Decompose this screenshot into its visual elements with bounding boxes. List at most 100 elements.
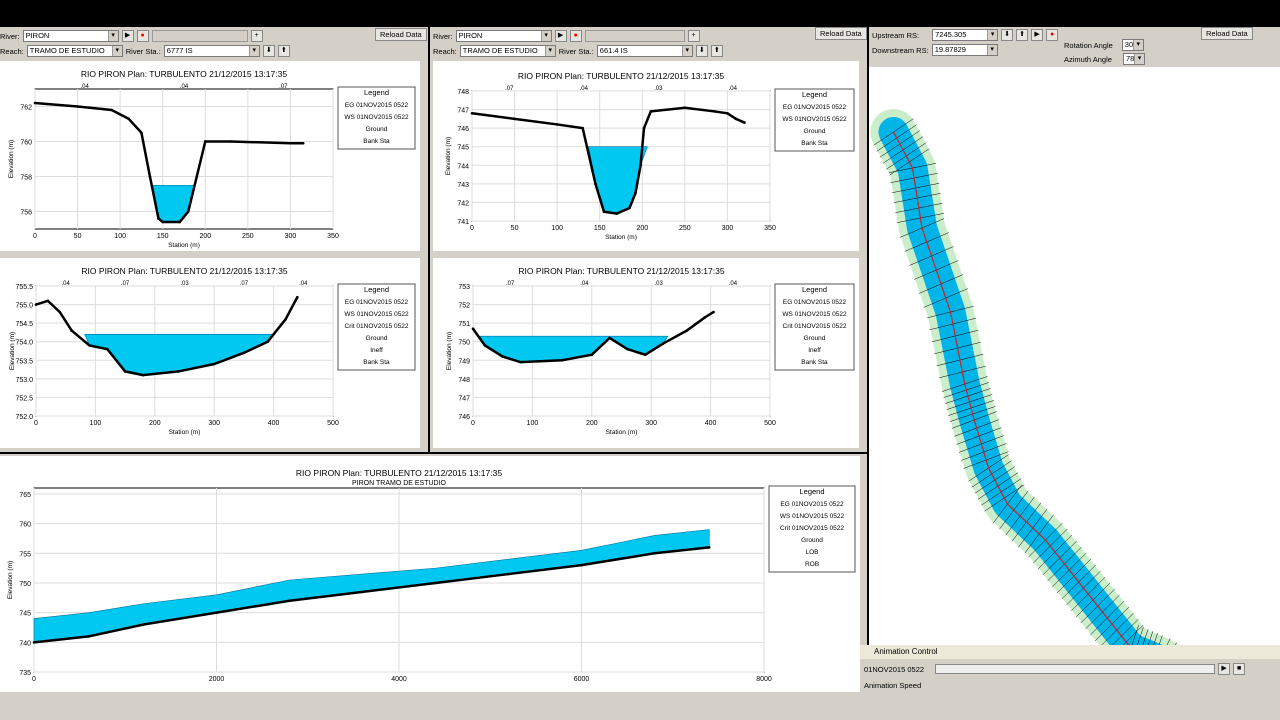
profile-plot: RIO PIRON Plan: TURBULENTO 21/12/2015 13… bbox=[0, 456, 860, 692]
ground-point bbox=[161, 220, 165, 224]
ground-point bbox=[712, 310, 715, 314]
add-icon[interactable]: + bbox=[687, 30, 700, 42]
add-icon[interactable]: + bbox=[250, 30, 263, 42]
ground-point bbox=[483, 344, 487, 347]
animation-speed-label: Animation Speed bbox=[864, 681, 922, 690]
y-tick-label: 753.0 bbox=[15, 377, 33, 384]
arrow-down-icon[interactable]: ⬇ bbox=[1001, 29, 1014, 41]
play-button[interactable]: ▶ bbox=[121, 30, 134, 42]
ground-point bbox=[215, 611, 218, 614]
arrow-down-icon[interactable]: ⬇ bbox=[695, 45, 708, 57]
stop-button[interactable]: ■ bbox=[1233, 663, 1246, 675]
x-tick-label: 250 bbox=[242, 233, 254, 240]
x-tick-label: 500 bbox=[327, 420, 339, 427]
reload-data-button[interactable]: Reload Data bbox=[815, 27, 867, 40]
rs-select[interactable]: 661.4 IS bbox=[596, 45, 693, 57]
y-tick-label: 746 bbox=[458, 414, 470, 421]
legend-item: Crit 01NOV2015 0522 bbox=[780, 525, 844, 532]
river-select[interactable]: PIRON bbox=[455, 30, 552, 42]
play-button[interactable]: ▶ bbox=[1031, 29, 1044, 41]
azimuth-input[interactable]: 78 bbox=[1122, 53, 1145, 65]
manning-label: .07 bbox=[505, 86, 514, 92]
chart-title: RIO PIRON Plan: TURBULENTO 21/12/2015 13… bbox=[81, 266, 287, 276]
toolbar-left: River: PIRON ▶ ● + bbox=[0, 30, 263, 42]
ground-point bbox=[615, 212, 619, 215]
legend-item: EG 01NOV2015 0522 bbox=[780, 501, 844, 508]
manning-label: .04 bbox=[180, 84, 189, 90]
ground-point bbox=[76, 105, 79, 108]
y-axis-label: Elevation (m) bbox=[9, 332, 16, 370]
x-tick-label: 300 bbox=[285, 233, 297, 240]
ground-point bbox=[707, 546, 711, 549]
ground-point bbox=[585, 145, 589, 149]
x-tick-label: 0 bbox=[471, 420, 475, 427]
y-tick-label: 747 bbox=[458, 395, 470, 402]
ground-point bbox=[713, 110, 716, 113]
y-axis-label: Elevation (m) bbox=[446, 332, 453, 370]
x-tick-label: 150 bbox=[157, 233, 169, 240]
ground-point bbox=[284, 318, 287, 321]
reach-select[interactable]: TRAMO DE ESTUDIO bbox=[26, 45, 123, 57]
rotation-input[interactable]: 30 bbox=[1121, 39, 1144, 51]
arrow-down-icon[interactable]: ⬇ bbox=[262, 45, 275, 57]
legend-item: Bank Sta bbox=[363, 359, 390, 366]
y-tick-label: 747 bbox=[457, 108, 469, 115]
record-button[interactable]: ● bbox=[569, 30, 582, 42]
x-tick-label: 100 bbox=[527, 420, 539, 427]
x-tick-label: 100 bbox=[114, 233, 126, 240]
y-tick-label: 740 bbox=[19, 640, 31, 647]
play-button[interactable]: ▶ bbox=[1218, 663, 1231, 675]
ground-point bbox=[649, 110, 653, 113]
y-tick-label: 745 bbox=[457, 145, 469, 152]
arrow-up-icon[interactable]: ⬆ bbox=[710, 45, 723, 57]
y-tick-label: 735 bbox=[19, 670, 31, 677]
xs-plot-1: RIO PIRON Plan: TURBULENTO 21/12/2015 13… bbox=[0, 61, 420, 251]
record-button[interactable]: ● bbox=[1046, 29, 1059, 41]
animation-slider[interactable] bbox=[935, 664, 1216, 674]
ground-point bbox=[105, 347, 109, 351]
upstream-rs-select[interactable]: 7245.305 bbox=[932, 29, 999, 41]
ground-point bbox=[195, 175, 199, 178]
profile-field[interactable] bbox=[584, 30, 685, 42]
legend-item: Crit 01NOV2015 0522 bbox=[783, 323, 847, 330]
ground-point bbox=[685, 329, 689, 332]
ground-point bbox=[608, 336, 611, 340]
rs-label: River Sta.: bbox=[558, 46, 594, 56]
y-tick-label: 746 bbox=[457, 126, 469, 133]
ground-point bbox=[288, 599, 291, 603]
arrow-up-icon[interactable]: ⬆ bbox=[277, 45, 290, 57]
x-tick-label: 150 bbox=[594, 225, 606, 232]
upstream-rs-label: Upstream RS: bbox=[872, 30, 920, 40]
reload-data-button[interactable]: Reload Data bbox=[1201, 27, 1253, 40]
river-select[interactable]: PIRON bbox=[22, 30, 119, 42]
ground-point bbox=[33, 101, 37, 105]
y-tick-label: 748 bbox=[458, 377, 470, 384]
downstream-rs-select[interactable]: 19.87829 bbox=[931, 44, 998, 56]
ground-point bbox=[743, 121, 746, 124]
ground-point bbox=[212, 362, 216, 366]
arrow-up-icon[interactable]: ⬆ bbox=[1016, 29, 1029, 41]
legend-item: WS 01NOV2015 0522 bbox=[344, 114, 409, 121]
y-tick-label: 765 bbox=[19, 492, 31, 499]
y-tick-label: 762 bbox=[20, 105, 32, 112]
ground-point bbox=[560, 358, 564, 362]
xs-plot-4: RIO PIRON Plan: TURBULENTO 21/12/2015 13… bbox=[433, 258, 859, 448]
ground-point bbox=[628, 206, 631, 210]
rs-select[interactable]: 6777 IS bbox=[163, 45, 260, 57]
x-tick-label: 200 bbox=[636, 225, 648, 232]
ground-point bbox=[296, 295, 299, 299]
ground-point bbox=[178, 220, 182, 224]
ground-point bbox=[266, 340, 269, 344]
reach-select[interactable]: TRAMO DE ESTUDIO bbox=[459, 45, 556, 57]
play-button[interactable]: ▶ bbox=[554, 30, 567, 42]
profile-field[interactable] bbox=[151, 30, 248, 42]
legend-item: Bank Sta bbox=[363, 138, 390, 145]
legend-item: WS 01NOV2015 0522 bbox=[782, 116, 847, 123]
legend-item: Ineff bbox=[370, 347, 383, 354]
ground-point bbox=[123, 370, 127, 373]
manning-label: .03 bbox=[654, 281, 663, 287]
record-button[interactable]: ● bbox=[136, 30, 149, 42]
ground-point bbox=[110, 108, 113, 112]
reload-data-button[interactable]: Reload Data bbox=[375, 28, 427, 41]
manning-label: .03 bbox=[654, 86, 663, 92]
